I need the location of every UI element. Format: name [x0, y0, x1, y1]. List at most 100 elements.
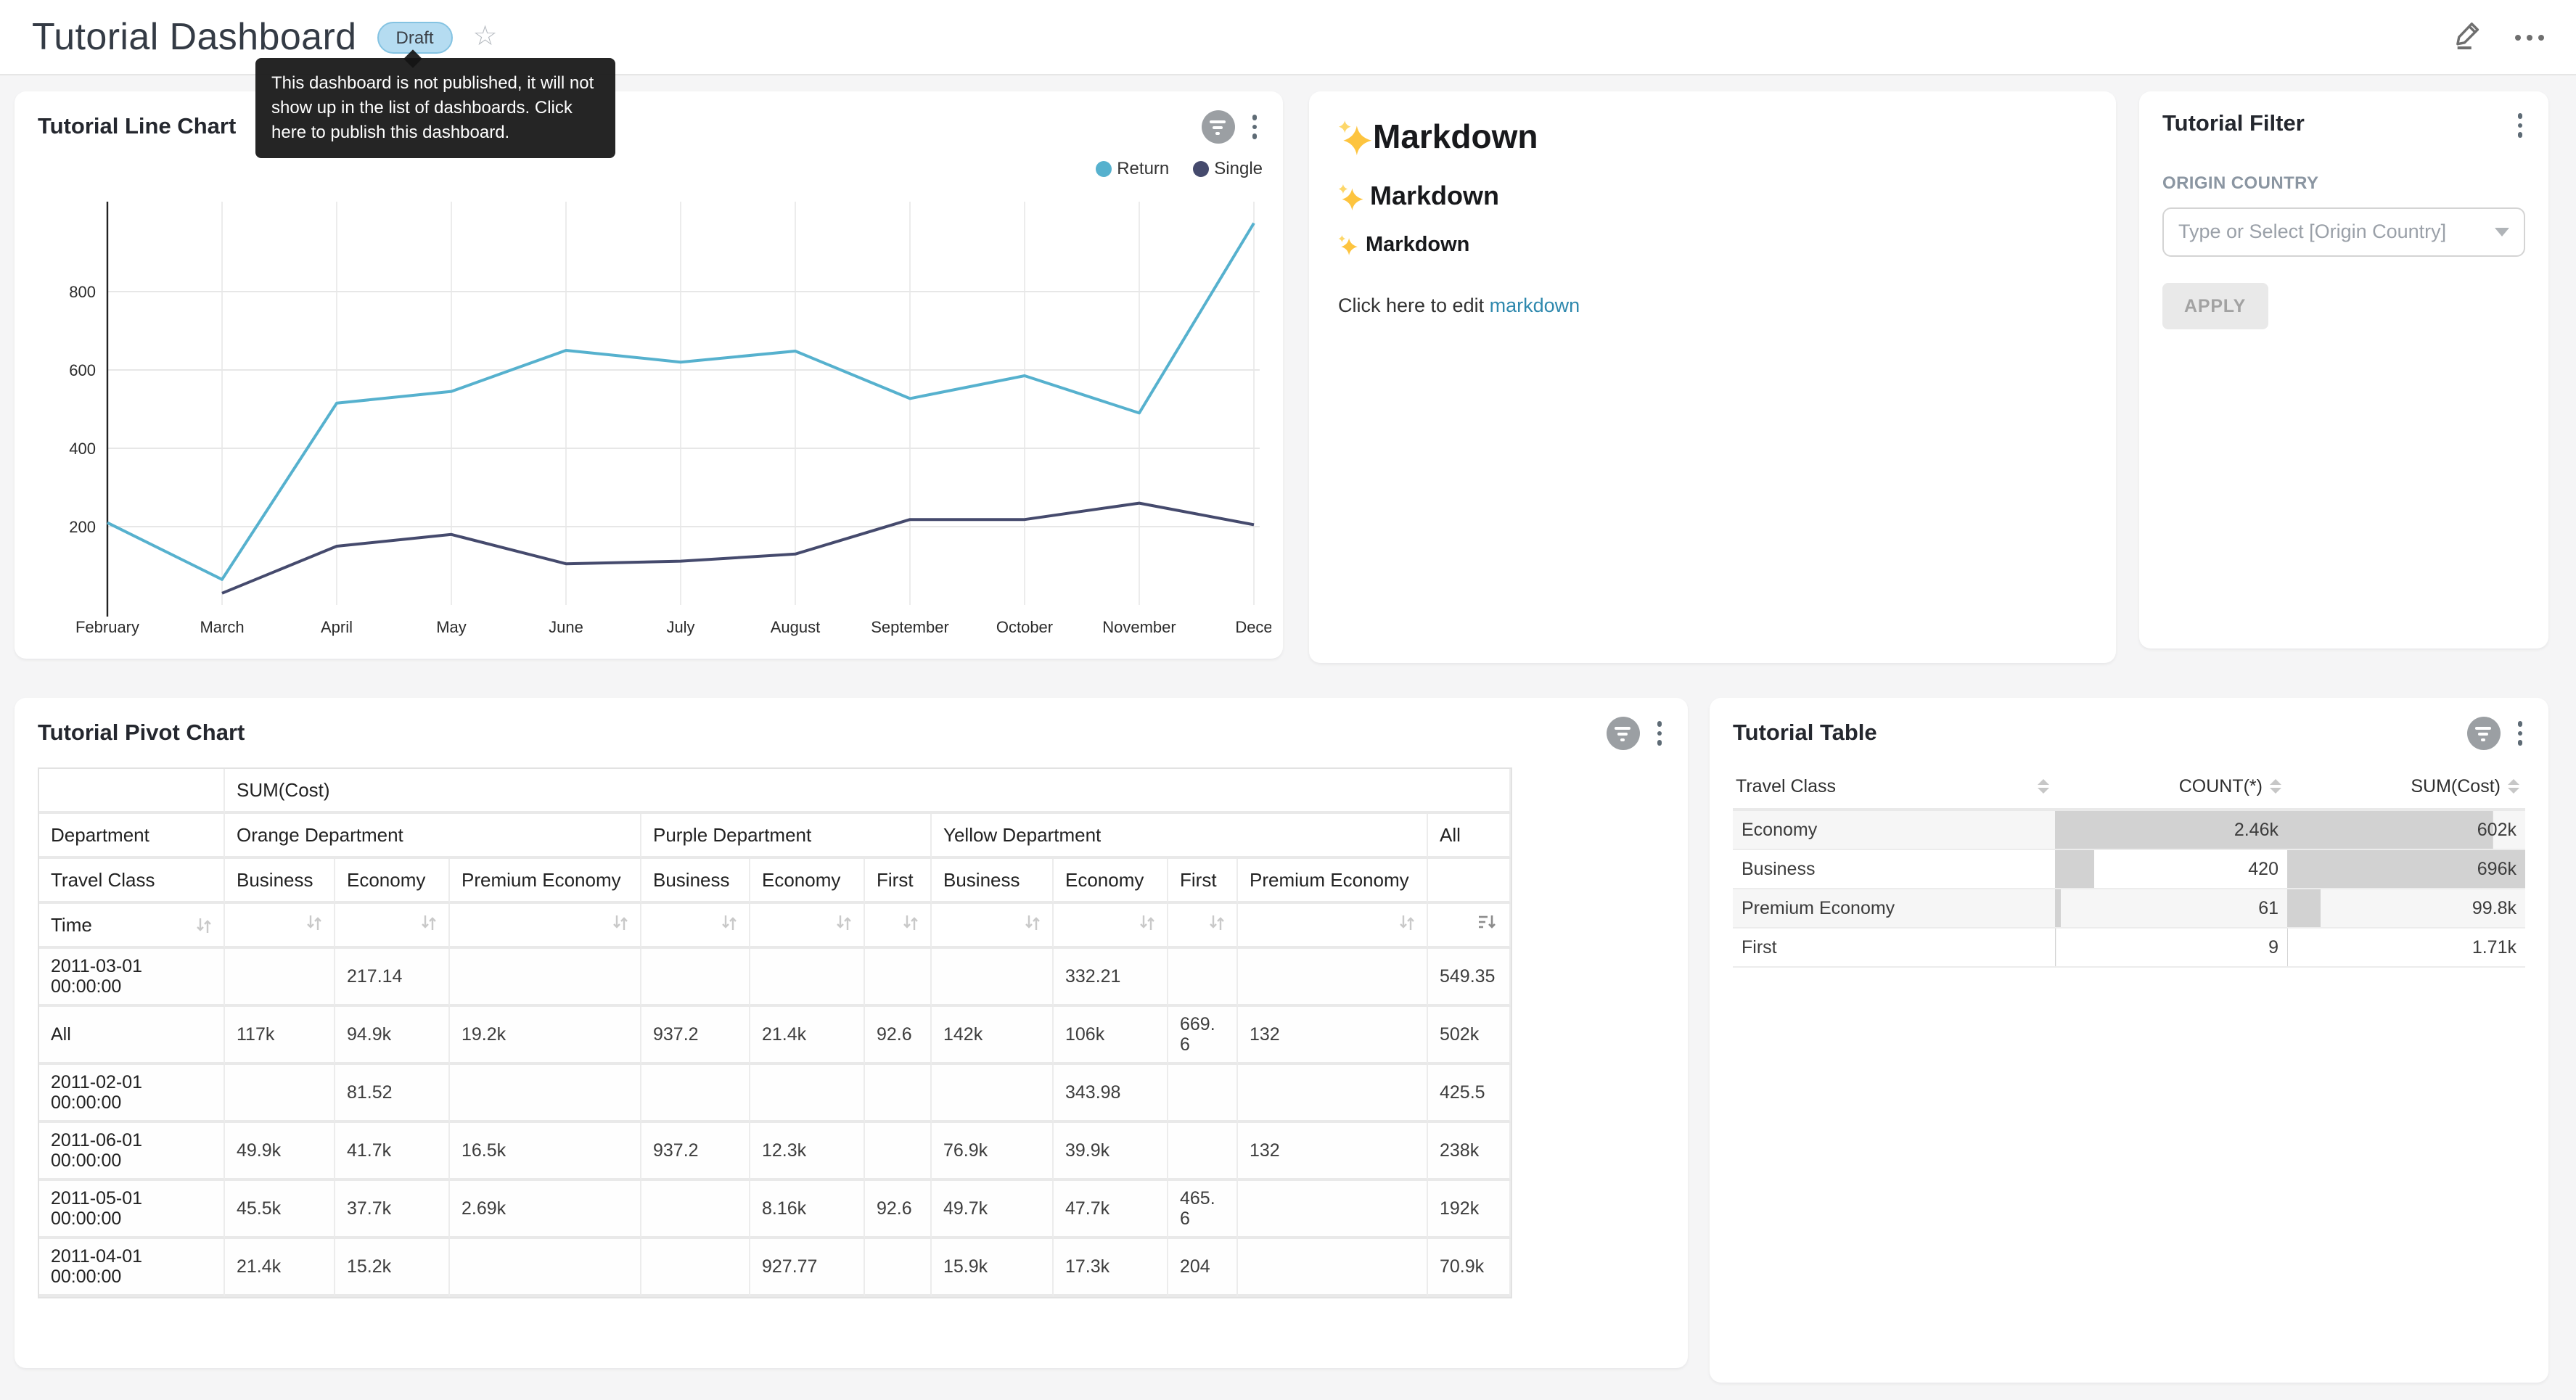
pivot-measure-label: SUM(Cost) — [225, 769, 1511, 814]
column-header-count[interactable]: COUNT(*) — [2055, 765, 2287, 810]
svg-text:400: 400 — [69, 440, 96, 458]
pivot-class-header: Economy — [750, 859, 865, 904]
pivot-chart-title: Tutorial Pivot Chart — [38, 720, 245, 746]
sort-icon[interactable] — [421, 914, 437, 931]
legend-item[interactable]: Single — [1192, 158, 1263, 178]
pivot-cell: 132 — [1238, 1007, 1428, 1065]
count-cell: 61 — [2055, 889, 2287, 928]
sort-icon[interactable] — [1399, 914, 1415, 931]
pivot-cell — [641, 949, 750, 1007]
pivot-cell: 332.21 — [1054, 949, 1168, 1007]
pivot-group-header: Orange Department — [225, 814, 641, 859]
draft-badge[interactable]: Draft — [377, 21, 453, 53]
pivot-cell: 106k — [1054, 1007, 1168, 1065]
pivot-cell — [932, 1065, 1054, 1123]
line-chart-title: Tutorial Line Chart — [38, 114, 236, 140]
line-chart[interactable]: 200400600800FebruaryMarchAprilMayJuneJul… — [26, 187, 1271, 640]
pivot-class-header: Economy — [1054, 859, 1168, 904]
table-card: Tutorial Table Travel ClassCOUNT(*)SUM(C… — [1710, 698, 2548, 1383]
pivot-cell — [1168, 1123, 1238, 1181]
column-header-travel-class[interactable]: Travel Class — [1733, 765, 2055, 810]
favorite-star-icon[interactable]: ☆ — [473, 23, 498, 51]
filter-card: Tutorial Filter ORIGIN COUNTRY Type or S… — [2139, 91, 2548, 648]
legend-dot — [1192, 160, 1208, 176]
sort-icon[interactable] — [2270, 779, 2281, 794]
sort-desc-icon[interactable] — [1479, 914, 1498, 931]
more-options-icon[interactable] — [2515, 34, 2544, 40]
pivot-cell: 17.3k — [1054, 1239, 1168, 1297]
line-chart-card: Tutorial Line Chart Return Single 200 400 6… — [15, 91, 1283, 659]
markdown-edit-link[interactable]: markdown — [1490, 295, 1580, 316]
pivot-cell: 45.5k — [225, 1181, 335, 1239]
sum-cell: 696k — [2287, 849, 2525, 889]
pivot-cell — [865, 1065, 932, 1123]
sort-icon[interactable] — [903, 914, 919, 931]
pivot-data-row: 2011-06-01 00:00:0049.9k41.7k16.5k937.21… — [39, 1123, 1511, 1181]
sort-icon[interactable] — [306, 914, 322, 931]
line-chart-menu-icon[interactable] — [1246, 112, 1263, 142]
applied-filters-icon[interactable] — [2466, 717, 2500, 750]
pivot-data-row: 2011-05-01 00:00:0045.5k37.7k2.69k8.16k9… — [39, 1181, 1511, 1239]
sort-icon[interactable] — [1025, 914, 1041, 931]
pivot-cell: 669.6 — [1168, 1007, 1238, 1065]
svg-text:200: 200 — [69, 518, 96, 536]
pivot-measure-row: SUM(Cost) — [39, 769, 1511, 814]
pivot-data-row: All117k94.9k19.2k937.221.4k92.6142k106k6… — [39, 1007, 1511, 1065]
pivot-cell: 132 — [1238, 1123, 1428, 1181]
svg-text:600: 600 — [69, 361, 96, 379]
pivot-cell: 49.7k — [932, 1181, 1054, 1239]
legend-item[interactable]: Return — [1095, 158, 1169, 178]
table-menu-icon[interactable] — [2511, 719, 2528, 749]
pivot-cell — [225, 1065, 335, 1123]
pivot-row-header: 2011-05-01 00:00:00 — [39, 1181, 225, 1239]
sort-icon[interactable] — [836, 914, 852, 931]
pivot-class-header: Business — [225, 859, 335, 904]
pivot-cell: 92.6 — [865, 1007, 932, 1065]
travel-class-cell: First — [1733, 928, 2055, 967]
pivot-cell — [641, 1239, 750, 1297]
sort-icon[interactable] — [612, 914, 628, 931]
sort-icon[interactable] — [2508, 779, 2519, 794]
pivot-cell — [1238, 1065, 1428, 1123]
travel-class-cell: Economy — [1733, 810, 2055, 849]
svg-text:November: November — [1102, 618, 1176, 636]
origin-country-select[interactable]: Type or Select [Origin Country] — [2162, 207, 2525, 256]
count-cell: 2.46k — [2055, 810, 2287, 849]
pivot-cell — [225, 949, 335, 1007]
svg-text:October: October — [996, 618, 1053, 636]
pivot-menu-icon[interactable] — [1651, 719, 1668, 749]
apply-button[interactable]: APPLY — [2162, 282, 2268, 329]
pivot-cell — [450, 949, 641, 1007]
pivot-cell: 76.9k — [932, 1123, 1054, 1181]
pivot-cell: 549.35 — [1428, 949, 1511, 1007]
applied-filters-icon[interactable] — [1606, 717, 1639, 750]
pivot-cell: 70.9k — [1428, 1239, 1511, 1297]
pivot-class-header: Premium Economy — [1238, 859, 1428, 904]
sort-icon[interactable] — [1139, 914, 1155, 931]
pivot-cell — [450, 1239, 641, 1297]
sort-icon[interactable] — [196, 916, 212, 934]
edit-pencil-icon[interactable] — [2453, 18, 2483, 56]
applied-filters-icon[interactable] — [1201, 110, 1234, 144]
pivot-cell — [932, 949, 1054, 1007]
sort-icon[interactable] — [721, 914, 737, 931]
sort-icon[interactable] — [2038, 779, 2049, 794]
pivot-row-header: All — [39, 1007, 225, 1065]
pivot-cell — [750, 1065, 865, 1123]
sort-icon[interactable] — [1209, 914, 1225, 931]
pivot-cell: 937.2 — [641, 1123, 750, 1181]
table-row: Economy2.46k602k — [1733, 810, 2525, 849]
tutorial-table: Travel ClassCOUNT(*)SUM(Cost)Economy2.46… — [1733, 765, 2525, 968]
pivot-cell: 2.69k — [450, 1181, 641, 1239]
column-header-sum[interactable]: SUM(Cost) — [2287, 765, 2525, 810]
pivot-class-header: Business — [641, 859, 750, 904]
pivot-class-header: Premium Economy — [450, 859, 641, 904]
pivot-cell: 92.6 — [865, 1181, 932, 1239]
pivot-cell: 15.9k — [932, 1239, 1054, 1297]
svg-text:July: July — [666, 618, 694, 636]
filter-menu-icon[interactable] — [2511, 110, 2528, 140]
pivot-department-row: DepartmentOrange DepartmentPurple Depart… — [39, 814, 1511, 859]
pivot-cell — [865, 1239, 932, 1297]
pivot-class-header: First — [865, 859, 932, 904]
markdown-h2: Markdown — [1338, 181, 2087, 212]
